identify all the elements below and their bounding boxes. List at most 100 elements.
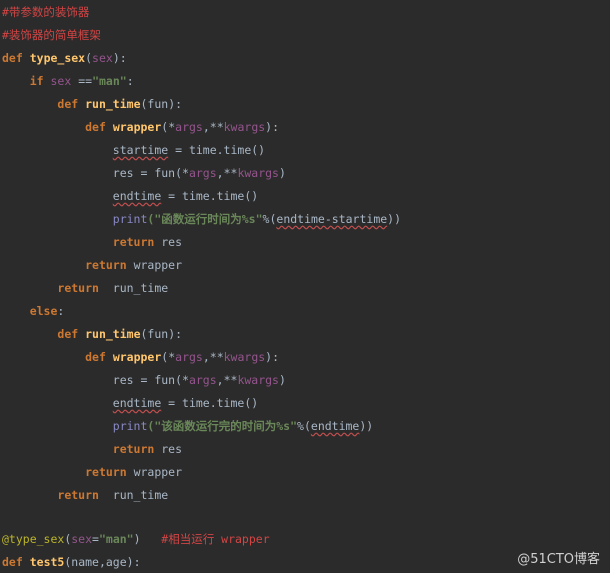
keyword: def bbox=[57, 97, 79, 111]
code-line-17: res = fun(*args,**kwargs) bbox=[2, 370, 286, 390]
punct: ) bbox=[278, 166, 286, 180]
code-line-5: def run_time(fun): bbox=[2, 94, 182, 114]
code-text: wrapper bbox=[126, 465, 183, 479]
punct: ) bbox=[278, 373, 286, 387]
keyword: return bbox=[85, 258, 127, 272]
code-text: res bbox=[154, 235, 183, 249]
code-text: res bbox=[154, 442, 183, 456]
code-text: (fun): bbox=[140, 327, 183, 341]
parameter: args bbox=[175, 120, 203, 134]
parameter: sex bbox=[50, 74, 72, 88]
parameter: sex bbox=[71, 532, 93, 546]
parameter: kwargs bbox=[237, 373, 279, 387]
punct: )) bbox=[359, 419, 374, 433]
code-text: wrapper bbox=[126, 258, 183, 272]
expression: endtime-startime bbox=[276, 212, 388, 226]
operator: %( bbox=[297, 419, 311, 433]
string-literal: "man" bbox=[92, 74, 127, 88]
expression: endtime bbox=[310, 419, 360, 433]
code-line-11: return res bbox=[2, 232, 182, 252]
string-literal: "man" bbox=[98, 532, 134, 546]
code-text: = time.time() bbox=[161, 189, 259, 203]
keyword: if bbox=[29, 74, 44, 88]
punct: ,** bbox=[202, 350, 224, 364]
keyword: return bbox=[112, 235, 155, 249]
code-line-18: endtime = time.time() bbox=[2, 393, 258, 413]
code-editor[interactable]: #带参数的装饰器 #装饰器的简单框架 def type_sex(sex): if… bbox=[0, 0, 610, 573]
function-name: run_time bbox=[85, 327, 141, 341]
operator: == bbox=[78, 74, 93, 88]
punct: ): bbox=[112, 51, 127, 65]
keyword: def bbox=[85, 120, 106, 134]
operator: %( bbox=[262, 212, 277, 226]
parameter: kwargs bbox=[223, 350, 266, 364]
keyword: return bbox=[85, 465, 127, 479]
code-text: res = fun(* bbox=[112, 373, 189, 387]
punct: ) bbox=[133, 532, 141, 546]
code-line-24: @type_sex(sex="man") #相当运行 wrapper bbox=[2, 529, 270, 549]
comment: #装饰器的简单框架 bbox=[2, 28, 101, 42]
comment: #带参数的装饰器 bbox=[2, 5, 90, 19]
code-text: run_time bbox=[98, 281, 169, 295]
keyword: def bbox=[2, 555, 23, 569]
code-line-3: def type_sex(sex): bbox=[2, 48, 127, 68]
code-text: = time.time() bbox=[161, 396, 259, 410]
code-line-9: endtime = time.time() bbox=[2, 186, 258, 206]
parameter: args bbox=[188, 166, 217, 180]
function-name: type_sex bbox=[29, 51, 86, 65]
code-line-10: print("函数运行时间为%s"%(endtime-startime)) bbox=[2, 209, 401, 229]
decorator: @type_sex bbox=[2, 532, 65, 546]
parameter: args bbox=[188, 373, 217, 387]
code-line-1: #带参数的装饰器 bbox=[2, 2, 89, 22]
punct: )) bbox=[387, 212, 402, 226]
code-line-20: return res bbox=[2, 439, 182, 459]
punct: ( bbox=[85, 51, 93, 65]
keyword: return bbox=[57, 281, 99, 295]
comment: #相当运行 wrapper bbox=[140, 532, 270, 546]
builtin: print bbox=[112, 419, 148, 433]
parameter: args bbox=[175, 350, 203, 364]
function-name: test5 bbox=[29, 555, 65, 569]
code-text: (fun): bbox=[140, 97, 183, 111]
code-line-25: def test5(name,age): bbox=[2, 552, 141, 572]
code-text: = time.time() bbox=[168, 143, 266, 157]
punct: ,** bbox=[216, 166, 238, 180]
function-name: wrapper bbox=[112, 120, 162, 134]
operator: = bbox=[92, 532, 99, 546]
parameter: sex bbox=[92, 51, 113, 65]
code-text: run_time bbox=[98, 488, 169, 502]
variable: endtime bbox=[112, 189, 162, 203]
parameter: kwargs bbox=[223, 120, 266, 134]
punct: : bbox=[126, 74, 134, 88]
punct: ,** bbox=[216, 373, 238, 387]
code-line-6: def wrapper(*args,**kwargs): bbox=[2, 117, 279, 137]
punct: ,** bbox=[202, 120, 224, 134]
function-name: wrapper bbox=[112, 350, 162, 364]
code-line-14: else: bbox=[29, 304, 65, 318]
keyword: def bbox=[85, 350, 106, 364]
code-line-12: return wrapper bbox=[2, 255, 182, 275]
code-line-19: print("该函数运行完的时间为%s"%(endtime)) bbox=[2, 416, 373, 436]
keyword: def bbox=[2, 51, 23, 65]
code-text: (name,age): bbox=[64, 555, 141, 569]
punct: ): bbox=[265, 350, 280, 364]
string-literal: ("该函数运行完的时间为%s" bbox=[147, 419, 298, 433]
code-line-8: res = fun(*args,**kwargs) bbox=[2, 163, 286, 183]
code-line-15: def run_time(fun): bbox=[2, 324, 182, 344]
code-line-4: if sex =="man": bbox=[2, 71, 134, 91]
code-line-7: startime = time.time() bbox=[2, 140, 265, 160]
function-name: run_time bbox=[85, 97, 141, 111]
code-line-21: return wrapper bbox=[2, 462, 182, 482]
variable: endtime bbox=[112, 396, 162, 410]
parameter: kwargs bbox=[237, 166, 279, 180]
code-line-22: return run_time bbox=[2, 485, 168, 505]
variable: startime bbox=[112, 143, 169, 157]
punct: (* bbox=[161, 120, 176, 134]
string-literal: ("函数运行时间为%s" bbox=[147, 212, 263, 226]
code-text: res = fun(* bbox=[112, 166, 189, 180]
code-line-2: #装饰器的简单框架 bbox=[2, 25, 101, 45]
keyword: else bbox=[29, 304, 58, 318]
code-line-16: def wrapper(*args,**kwargs): bbox=[2, 347, 279, 367]
keyword: def bbox=[57, 327, 79, 341]
punct: ): bbox=[265, 120, 280, 134]
